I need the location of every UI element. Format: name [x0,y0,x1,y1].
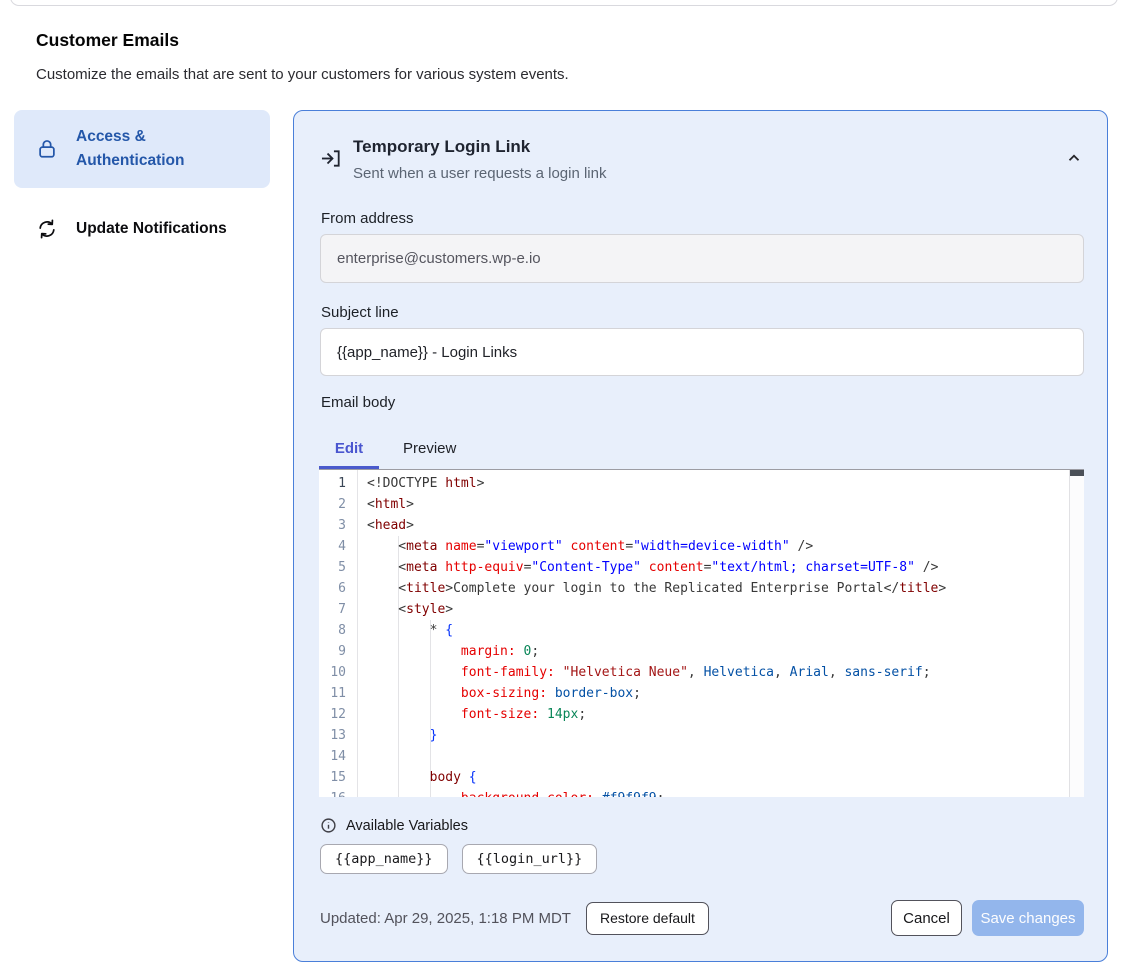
line-number: 8 [319,620,357,641]
line-number: 5 [319,557,357,578]
line-number: 12 [319,704,357,725]
line-number: 13 [319,725,357,746]
email-body-tabs: EditPreview [319,431,480,466]
line-number: 9 [319,641,357,662]
code-text: box-sizing: border-box; [357,683,641,704]
updated-timestamp: Updated: Apr 29, 2025, 1:18 PM MDT [320,910,571,927]
chevron-up-icon[interactable] [1062,147,1086,171]
code-line[interactable]: 11 box-sizing: border-box; [319,683,1070,704]
email-body-label: Email body [321,394,395,411]
code-text: <title>Complete your login to the Replic… [357,578,946,599]
code-text: font-size: 14px; [357,704,586,725]
code-line[interactable]: 14 [319,746,1070,767]
code-line[interactable]: 1<!DOCTYPE html> [319,473,1070,494]
temporary-login-link-panel: Temporary Login Link Sent when a user re… [293,110,1108,962]
code-line[interactable]: 9 margin: 0; [319,641,1070,662]
restore-default-button[interactable]: Restore default [586,902,709,935]
login-icon [320,147,343,170]
panel-subtitle: Sent when a user requests a login link [353,165,606,182]
code-text: margin: 0; [357,641,539,662]
line-number: 11 [319,683,357,704]
code-text: <head> [357,515,414,536]
code-line[interactable]: 6 <title>Complete your login to the Repl… [319,578,1070,599]
editor-scrollbar[interactable] [1069,470,1084,797]
line-number: 14 [319,746,357,767]
from-address-input[interactable] [320,234,1084,283]
page-subtitle: Customize the emails that are sent to yo… [36,66,569,83]
code-text: body { [357,767,477,788]
email-body-code-editor[interactable]: 1<!DOCTYPE html>2<html>3<head>4 <meta na… [319,469,1084,797]
code-text: } [357,725,437,746]
code-text: <style> [357,599,453,620]
code-line[interactable]: 5 <meta http-equiv="Content-Type" conten… [319,557,1070,578]
lock-icon [36,138,58,160]
code-line[interactable]: 7 <style> [319,599,1070,620]
variable-chip[interactable]: {{app_name}} [320,844,448,874]
code-text: <html> [357,494,414,515]
variable-chip[interactable]: {{login_url}} [462,844,598,874]
sidebar-item-label: Update Notifications [76,217,236,241]
line-number: 4 [319,536,357,557]
page-title: Customer Emails [36,30,179,51]
tab-edit[interactable]: Edit [319,440,379,457]
panel-footer: Updated: Apr 29, 2025, 1:18 PM MDT Resto… [320,900,1084,936]
code-line[interactable]: 13 } [319,725,1070,746]
tab-preview[interactable]: Preview [379,440,480,457]
scrollbar-thumb[interactable] [1070,470,1084,476]
email-types-sidebar: Access & Authentication Update Notificati… [14,110,270,251]
code-text: <!DOCTYPE html> [357,473,484,494]
code-line[interactable]: 12 font-size: 14px; [319,704,1070,725]
line-number: 1 [319,473,357,494]
info-icon [320,817,337,834]
code-line[interactable]: 4 <meta name="viewport" content="width=d… [319,536,1070,557]
code-text: font-family: "Helvetica Neue", Helvetica… [357,662,931,683]
from-address-label: From address [321,210,414,227]
customer-emails-page: Customer Emails Customize the emails tha… [0,0,1128,980]
code-text: <meta name="viewport" content="width=dev… [357,536,813,557]
previous-card-bottom-edge [10,0,1118,6]
line-number: 6 [319,578,357,599]
code-line[interactable]: 15 body { [319,767,1070,788]
sidebar-item-update-notifications[interactable]: Update Notifications [14,207,270,251]
sidebar-item-access-authentication[interactable]: Access & Authentication [14,110,270,188]
line-number: 3 [319,515,357,536]
subject-line-input[interactable] [320,328,1084,376]
code-line[interactable]: 8 * { [319,620,1070,641]
code-text: background-color: #f9f9f9; [357,788,664,797]
sync-icon [36,218,58,240]
line-number: 10 [319,662,357,683]
sidebar-item-label: Access & Authentication [76,125,236,173]
code-line[interactable]: 2<html> [319,494,1070,515]
code-text: * { [357,620,453,641]
cancel-button[interactable]: Cancel [891,900,962,936]
code-line[interactable]: 3<head> [319,515,1070,536]
code-line[interactable]: 10 font-family: "Helvetica Neue", Helvet… [319,662,1070,683]
variable-chips: {{app_name}} {{login_url}} [320,844,597,874]
save-changes-button[interactable]: Save changes [972,900,1084,936]
line-number: 2 [319,494,357,515]
line-number: 16 [319,788,357,797]
code-text [357,746,367,767]
available-variables-header: Available Variables [320,817,468,834]
code-line[interactable]: 16 background-color: #f9f9f9; [319,788,1070,797]
available-variables-label: Available Variables [346,818,468,834]
subject-line-label: Subject line [321,304,399,321]
line-number: 15 [319,767,357,788]
code-text: <meta http-equiv="Content-Type" content=… [357,557,938,578]
line-number: 7 [319,599,357,620]
panel-title: Temporary Login Link [353,137,530,157]
